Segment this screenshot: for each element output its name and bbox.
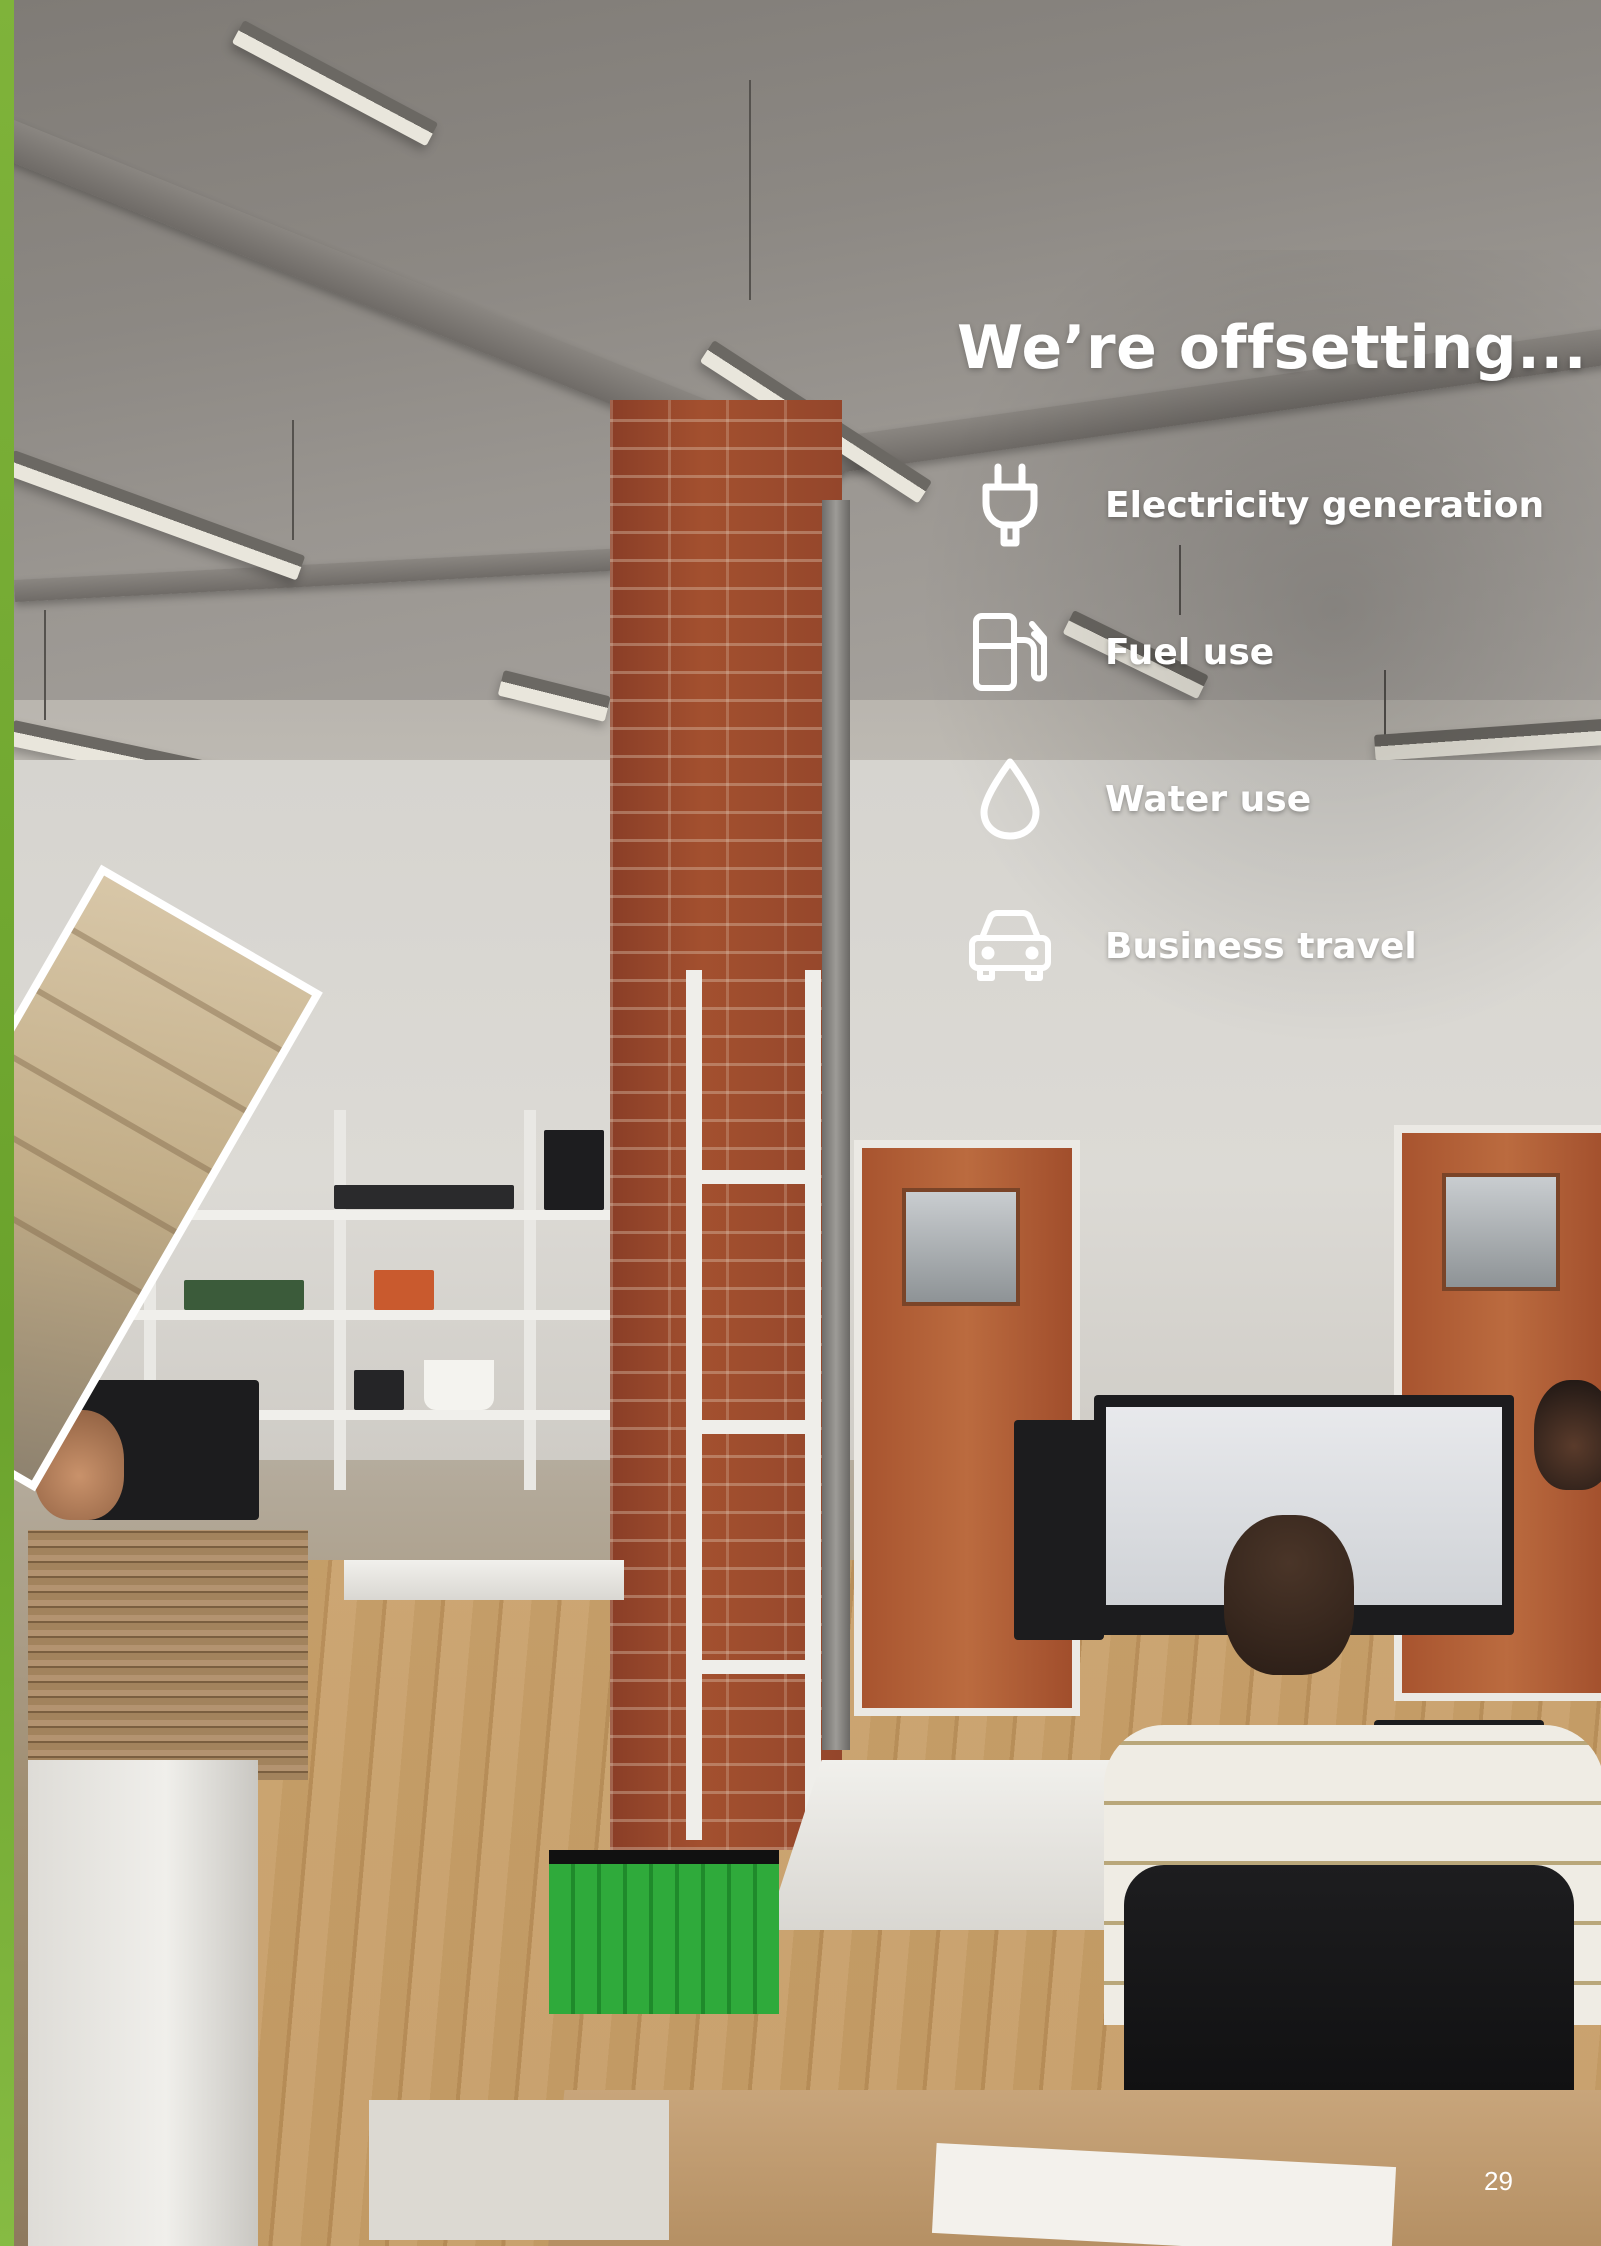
water-drop-icon [965, 754, 1055, 844]
white-pedestal [28, 1760, 258, 2246]
green-edge-stripe [0, 0, 14, 2246]
person [1224, 1515, 1354, 1675]
page-number: 29 [1484, 2166, 1513, 2196]
board-stack [369, 2100, 669, 2240]
item-label: Fuel use [1105, 632, 1275, 673]
ladder [686, 970, 821, 1840]
list-item-fuel: Fuel use [965, 607, 1585, 754]
car-icon [965, 901, 1055, 991]
lamp-wire [749, 80, 751, 300]
green-crate [549, 1850, 779, 2014]
item-label: Business travel [1105, 926, 1417, 967]
computer-monitor [1014, 1420, 1104, 1640]
item-label: Electricity generation [1105, 485, 1545, 526]
list-item-travel: Business travel [965, 901, 1585, 1048]
desk [344, 1560, 624, 1600]
list-item-electricity: Electricity generation [965, 460, 1585, 607]
metal-pipe [822, 500, 850, 1750]
cardboard-stack [28, 1530, 308, 1780]
plug-icon [965, 460, 1055, 550]
item-label: Water use [1105, 779, 1312, 820]
lamp-wire [44, 610, 46, 720]
page: We’re offsetting... Electricity generati… [0, 0, 1601, 2246]
offset-list: Electricity generation Fuel use Water us… [965, 460, 1585, 1048]
lamp-wire [292, 420, 294, 540]
list-item-water: Water use [965, 754, 1585, 901]
page-title: We’re offsetting... [957, 313, 1588, 383]
fuel-pump-icon [965, 607, 1055, 697]
person [1534, 1380, 1601, 1490]
